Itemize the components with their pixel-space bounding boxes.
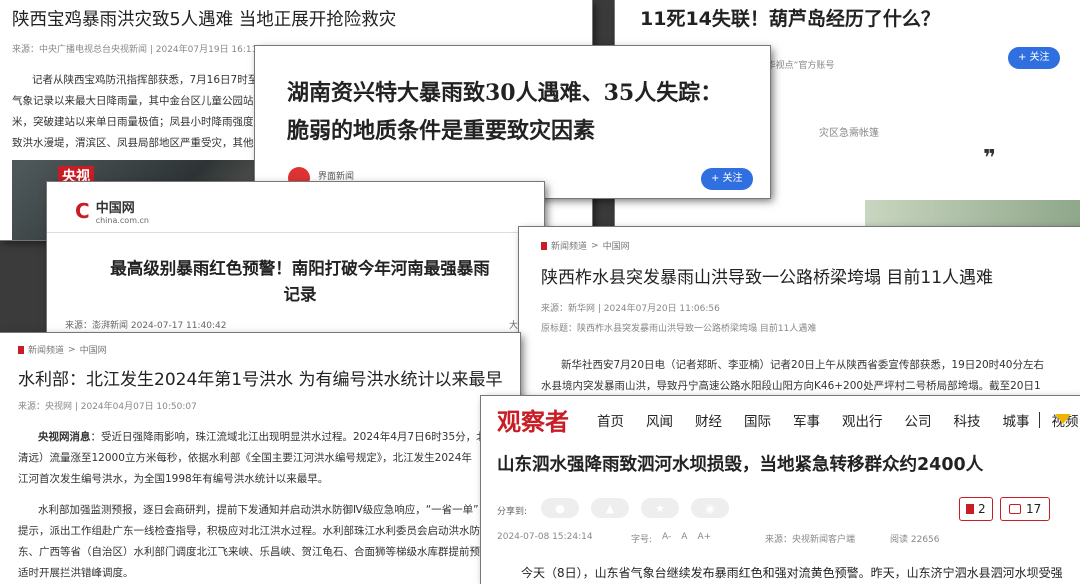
- article-title: 陕西柞水县突发暴雨山洪导致一公路桥梁垮塌 目前11人遇难: [541, 268, 994, 288]
- quote-icon: ❞: [983, 146, 996, 171]
- breadcrumb-marker: [541, 241, 547, 250]
- guancha-logo[interactable]: 观察者: [497, 402, 569, 437]
- china-com-logo: C 中国网 china.com.cn: [75, 197, 149, 225]
- body-line: 提示，派出工作组赴广东一线检查指导，积极应对北江洪水过程。水利部珠江水利委员会启…: [18, 525, 480, 537]
- nav-item-military[interactable]: 军事: [793, 410, 820, 430]
- qq-share-icon[interactable]: ▲: [591, 498, 629, 518]
- article-title: 水利部：北江发生2024年第1号洪水 为有编号洪水统计以来最早: [18, 370, 503, 390]
- publish-date: 2024-07-08 15:24:14: [497, 532, 593, 542]
- article-meta: 来源：中央广播电视总台央视新闻 | 2024年07月19日 16:11:00: [12, 45, 272, 55]
- logo-c-icon: C: [75, 199, 90, 223]
- breadcrumb-item[interactable]: 中国网: [603, 239, 630, 252]
- body-line: 记者从陕西宝鸡防汛指挥部获悉，7月16日7时至1: [32, 74, 265, 86]
- nav-item-tech[interactable]: 科技: [954, 410, 981, 430]
- vip-icon[interactable]: [1055, 414, 1071, 424]
- font-size-increase[interactable]: A+: [697, 532, 711, 545]
- article-card-beijiang: 新闻频道 > 中国网 水利部：北江发生2024年第1号洪水 为有编号洪水统计以来…: [0, 333, 520, 584]
- share-label: 分享到:: [497, 507, 528, 517]
- body-line: 江河首次发生编号洪水，为全国1998年有编号洪水统计以来最早。: [18, 473, 329, 485]
- divider: [47, 232, 544, 233]
- nav-item-international[interactable]: 国际: [744, 410, 771, 430]
- qzone-share-icon[interactable]: ★: [641, 498, 679, 518]
- article-title: 11死14失联！葫芦岛经历了什么？: [640, 8, 940, 30]
- original-title: 原标题：陕西柞水县突发暴雨山洪导致一公路桥梁垮塌 目前11人遇难: [541, 324, 817, 334]
- body-line: 水县境内突发暴雨山洪，导致丹宁高速公路水阳段山阳方向K46+200处严坪村二号桥…: [541, 380, 1041, 392]
- logo-subtext: china.com.cn: [95, 216, 149, 225]
- comment-icon: [1009, 504, 1021, 514]
- article-title: 湖南资兴特大暴雨致30人遇难、35人失踪：脆弱的地质条件是重要致灾因素: [287, 80, 723, 144]
- comment-count: 17: [1026, 502, 1042, 516]
- follow-button[interactable]: + 关注: [1008, 47, 1060, 69]
- body-line: 致洪水漫堤，渭滨区、凤县局部地区严重受灾，其他县: [12, 137, 264, 149]
- favorite-count: 2: [978, 502, 986, 516]
- body-line: 清远）流量涨至12000立方米每秒，依据水利部《全国主要江河洪水编号规定》，北江…: [18, 452, 472, 464]
- comment-button[interactable]: 17: [1000, 497, 1051, 521]
- nav-item-city[interactable]: 城事: [1003, 410, 1030, 430]
- breadcrumb-marker: [18, 345, 24, 354]
- breadcrumb: 新闻频道 > 中国网: [541, 239, 630, 252]
- article-card-zhashui: 新闻频道 > 中国网 陕西柞水县突发暴雨山洪导致一公路桥梁垮塌 目前11人遇难 …: [519, 227, 1080, 402]
- breadcrumb-item[interactable]: 中国网: [80, 343, 107, 356]
- nav-separator: [1039, 412, 1040, 428]
- weibo-share-icon[interactable]: ●: [541, 498, 579, 518]
- body-line: 新华社西安7月20日电（记者郑昕、李亚楠）记者20日上午从陕西省委宣传部获悉，1…: [561, 359, 1044, 371]
- body-line: 米，突破建站以来单日雨量极值；凤县小时降雨强度: [12, 116, 254, 128]
- image-caption: 灾区急需帐篷: [819, 128, 879, 139]
- nav-item-fengwen[interactable]: 风闻: [646, 410, 673, 430]
- article-source: 来源：央视新闻客户端: [765, 535, 856, 545]
- bookmark-icon: [966, 504, 974, 514]
- body-line: 东、广西等省（自治区）水利部门调度北江飞来峡、乐昌峡、贺江龟石、合面狮等梯级水库…: [18, 546, 480, 558]
- breadcrumb-item[interactable]: 新闻频道: [551, 239, 587, 252]
- font-size-label: 字号:: [631, 535, 653, 545]
- wechat-share-icon[interactable]: ◉: [691, 498, 729, 518]
- source-name: 界面新闻: [318, 172, 355, 182]
- body-line: 气象记录以来最大日降雨量，其中金台区儿童公园站日: [12, 95, 264, 107]
- article-title: 最高级别暴雨红色预警！南阳打破今年河南最强暴雨记录: [110, 259, 490, 304]
- nav-item-company[interactable]: 公司: [905, 410, 932, 430]
- article-title: 山东泗水强降雨致泗河水坝损毁，当地紧急转移群众约2400人: [497, 455, 984, 475]
- nav-item-finance[interactable]: 财经: [695, 410, 722, 430]
- breadcrumb: 新闻频道 > 中国网: [18, 343, 107, 356]
- body-line: 适时开展拦洪错峰调度。: [18, 567, 134, 579]
- main-nav: 首页 风闻 财经 国际 军事 观出行 公司 科技 城事 视频: [597, 410, 1079, 430]
- nav-item-travel[interactable]: 观出行: [842, 410, 883, 430]
- body-line: ：受近日强降雨影响，珠江流域北江出现明显洪水过程。2024年4月7日6时35分，…: [90, 431, 487, 443]
- nav-item-home[interactable]: 首页: [597, 410, 624, 430]
- article-meta: 来源：新华网 | 2024年07月20日 11:06:56: [541, 304, 720, 314]
- article-card-sishui: 观察者 首页 风闻 财经 国际 军事 观出行 公司 科技 城事 视频 山东泗水强…: [481, 396, 1080, 584]
- favorite-button[interactable]: 2: [959, 497, 993, 521]
- body-line: 今天（8日），山东省气象台继续发布暴雨红色和强对流黄色预警。昨天，山东济宁泗水县…: [521, 566, 1063, 580]
- body-line: 水利部加强监测预报，逐日会商研判，提前下发通知并启动洪水防御Ⅳ级应急响应，“一省…: [38, 504, 479, 516]
- follow-button[interactable]: + 关注: [701, 168, 753, 190]
- article-card-nanyang: C 中国网 china.com.cn 最高级别暴雨红色预警！南阳打破今年河南最强…: [47, 182, 544, 337]
- font-size-decrease[interactable]: A-: [662, 532, 671, 545]
- article-title: 陕西宝鸡暴雨洪灾致5人遇难 当地正展开抢险救灾: [12, 10, 397, 30]
- read-count: 阅读 22656: [890, 535, 940, 545]
- font-size-default[interactable]: A: [681, 532, 687, 545]
- lead-bold: 央视网消息: [38, 431, 91, 443]
- logo-text: 中国网: [95, 201, 135, 216]
- breadcrumb-item[interactable]: 新闻频道: [28, 343, 64, 356]
- article-card-zixing: 湖南资兴特大暴雨致30人遇难、35人失踪：脆弱的地质条件是重要致灾因素 界面新闻…: [255, 46, 770, 198]
- article-meta: 来源：澎湃新闻 2024-07-17 11:40:42: [65, 321, 227, 331]
- article-meta: 来源：央视网 | 2024年04月07日 10:50:07: [18, 402, 197, 412]
